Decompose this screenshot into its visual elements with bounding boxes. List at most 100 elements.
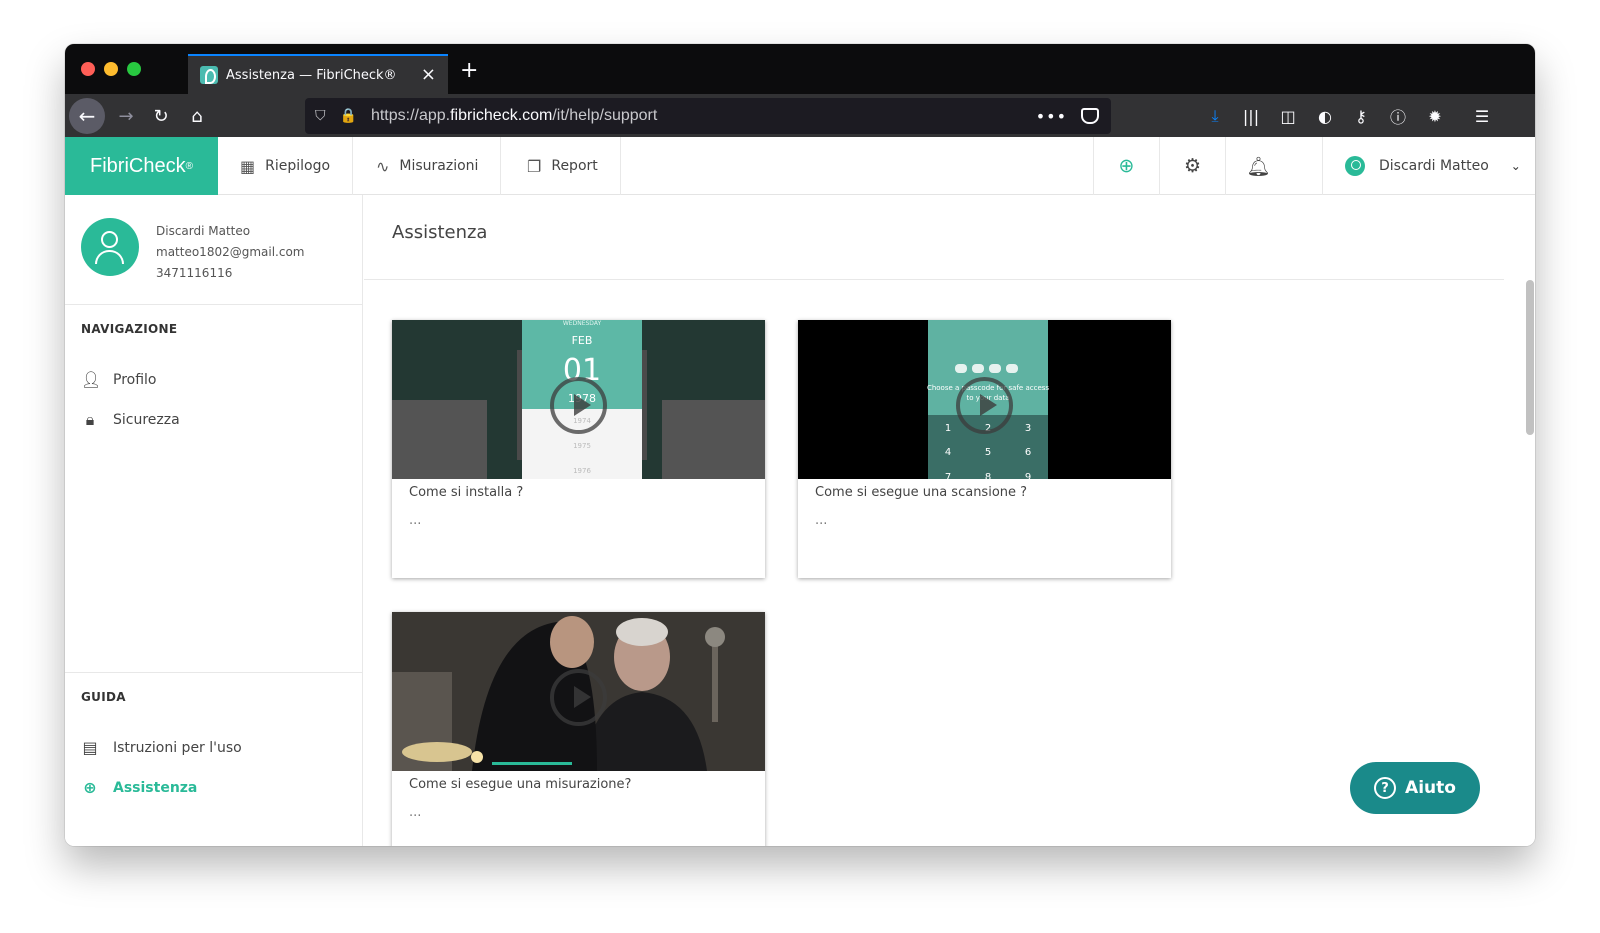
url-text[interactable]: https://app.fibricheck.com/it/help/suppo… <box>371 107 657 125</box>
tab-strip: Assistenza — FibriCheck® × + <box>65 44 1535 94</box>
play-icon[interactable] <box>550 377 607 434</box>
download-icon[interactable]: ⤓ <box>1199 100 1231 132</box>
nav-report[interactable]: ❐ Report <box>505 137 621 195</box>
sidebar-item-label: Profilo <box>113 371 157 388</box>
page-actions-icon[interactable]: ••• <box>1036 107 1067 126</box>
browser-tab[interactable]: Assistenza — FibriCheck® × <box>188 54 448 94</box>
thumb-keypad-key: 4 <box>945 447 951 458</box>
browser-toolbar: ← → ↻ ⌂ ⛉ 🔒 https://app.fibricheck.com/i… <box>65 94 1535 137</box>
nav-report-label: Report <box>551 158 598 174</box>
nav-riepilogo[interactable]: ▦ Riepilogo <box>218 137 354 195</box>
key-icon[interactable]: ⚷ <box>1345 100 1377 132</box>
video-thumbnail[interactable]: Choose a passcode for safe access to you… <box>798 320 1171 479</box>
url-bar[interactable]: ⛉ 🔒 https://app.fibricheck.com/it/help/s… <box>305 98 1111 134</box>
thumb-weekday: WEDNESDAY <box>563 320 602 327</box>
sidebar-item-label: Sicurezza <box>113 412 180 428</box>
page-title: Assistenza <box>392 222 488 243</box>
user-icon: 👤︎ <box>81 370 102 389</box>
tab-title: Assistenza — FibriCheck® <box>226 67 397 83</box>
sidebar-item-istruzioni[interactable]: ▤ Istruzioni per l'uso <box>81 738 242 757</box>
thumb-month: FEB <box>572 334 593 347</box>
thumb-keypad-key: 9 <box>1025 472 1031 479</box>
user-avatar-icon <box>1345 156 1365 176</box>
documents-icon: ❐ <box>527 156 542 176</box>
sidebar-item-assistenza[interactable]: ⊕ Assistenza <box>81 778 197 797</box>
profile-email: matteo1802@gmail.com <box>156 245 305 259</box>
main-content: Assistenza WEDNESDAY FEB 01 1978 1974 19… <box>364 195 1535 846</box>
profile-info: Discardi Matteo matteo1802@gmail.com 347… <box>156 221 305 284</box>
video-thumbnail[interactable] <box>392 612 765 771</box>
thumb-year: 1976 <box>573 467 591 475</box>
thumb-keypad-key: 6 <box>1025 447 1031 458</box>
video-card[interactable]: Choose a passcode for safe access to you… <box>798 320 1171 578</box>
new-tab-icon[interactable]: + <box>460 58 478 83</box>
pocket-icon[interactable] <box>1081 108 1099 124</box>
chevron-down-icon[interactable]: ⌄ <box>1511 159 1521 173</box>
settings-gears-icon[interactable]: ⚙ <box>1159 137 1225 195</box>
play-icon[interactable] <box>550 669 607 726</box>
help-button-label: Aiuto <box>1405 778 1456 798</box>
maximize-window-button[interactable] <box>127 62 141 76</box>
user-icon <box>101 231 118 248</box>
help-button[interactable]: ? Aiuto <box>1350 762 1480 814</box>
video-title: Come si esegue una scansione ? <box>815 485 1028 500</box>
video-card[interactable]: WEDNESDAY FEB 01 1978 1974 1975 1976 Com… <box>392 320 765 578</box>
sidebar-icon[interactable]: ◫ <box>1272 100 1304 132</box>
info-icon[interactable]: ⓘ <box>1382 100 1414 132</box>
thumb-keypad-key: 7 <box>945 472 951 479</box>
reload-icon[interactable]: ↻ <box>145 100 177 132</box>
thumb-keypad-key: 8 <box>985 472 991 479</box>
video-thumbnail[interactable]: WEDNESDAY FEB 01 1978 1974 1975 1976 <box>392 320 765 479</box>
gear-icon[interactable]: ✹ <box>1419 100 1451 132</box>
back-button[interactable]: ← <box>69 98 105 134</box>
lock-icon[interactable]: 🔒 <box>340 108 357 124</box>
library-icon[interactable]: ||| <box>1235 100 1267 132</box>
video-title: Come si esegue una misurazione? <box>409 777 632 792</box>
pulse-icon: ∿ <box>376 156 390 176</box>
profile-phone: 3471116116 <box>156 266 233 280</box>
forward-button[interactable]: → <box>110 100 142 132</box>
sidebar-item-profilo[interactable]: 👤︎ Profilo <box>81 370 156 389</box>
app-header: FibriCheck ® ▦ Riepilogo ∿ Misurazioni ❐ … <box>65 137 1535 195</box>
extension-icon[interactable]: ◐ <box>1309 100 1341 132</box>
nav-misurazioni[interactable]: ∿ Misurazioni <box>354 137 502 195</box>
close-window-button[interactable] <box>81 62 95 76</box>
play-icon[interactable] <box>956 377 1013 434</box>
section-title-navigazione: NAVIGAZIONE <box>81 322 178 336</box>
user-name: Discardi Matteo <box>1379 158 1489 174</box>
support-lifebuoy-icon[interactable]: ⊕ <box>1093 137 1159 195</box>
title-divider <box>364 279 1504 280</box>
thumb-year: 1975 <box>573 442 591 450</box>
section-title-guida: GUIDA <box>81 690 126 704</box>
sidebar-divider <box>65 672 363 673</box>
grid-icon: ▦ <box>240 156 256 176</box>
sidebar-item-label: Istruzioni per l'uso <box>113 739 242 756</box>
tracking-shield-icon[interactable]: ⛉ <box>315 108 326 124</box>
sidebar: Discardi Matteo matteo1802@gmail.com 347… <box>65 195 363 846</box>
nav-misurazioni-label: Misurazioni <box>399 158 479 174</box>
notifications-bell-icon[interactable]: 🔔︎ <box>1225 137 1291 195</box>
video-description: ... <box>409 805 422 820</box>
fibricheck-favicon-icon <box>200 66 218 84</box>
thumb-keypad-key: 1 <box>945 423 951 434</box>
video-card[interactable]: Come si esegue una misurazione? ... <box>392 612 765 846</box>
menu-icon[interactable]: ☰ <box>1466 100 1498 132</box>
profile-card: Discardi Matteo matteo1802@gmail.com 347… <box>65 195 363 305</box>
lifebuoy-icon: ⊕ <box>83 778 97 797</box>
video-description: ... <box>409 513 422 528</box>
sidebar-item-sicurezza[interactable]: 🔒︎ Sicurezza <box>81 410 180 430</box>
video-title: Come si installa ? <box>409 485 524 500</box>
profile-name: Discardi Matteo <box>156 224 251 238</box>
sidebar-item-label: Assistenza <box>113 779 198 796</box>
scrollbar[interactable] <box>1526 280 1534 435</box>
question-icon: ? <box>1374 777 1397 799</box>
nav-riepilogo-label: Riepilogo <box>265 158 331 174</box>
fibricheck-logo[interactable]: FibriCheck ® <box>65 137 218 195</box>
book-icon: ▤ <box>82 738 98 757</box>
close-tab-icon[interactable]: × <box>421 66 436 84</box>
user-menu[interactable]: Discardi Matteo ⌄ <box>1322 137 1535 195</box>
minimize-window-button[interactable] <box>104 62 118 76</box>
browser-window: Assistenza — FibriCheck® × + ← → ↻ ⌂ ⛉ 🔒… <box>65 44 1535 846</box>
home-icon[interactable]: ⌂ <box>181 100 213 132</box>
thumb-keypad-key: 5 <box>985 447 991 458</box>
